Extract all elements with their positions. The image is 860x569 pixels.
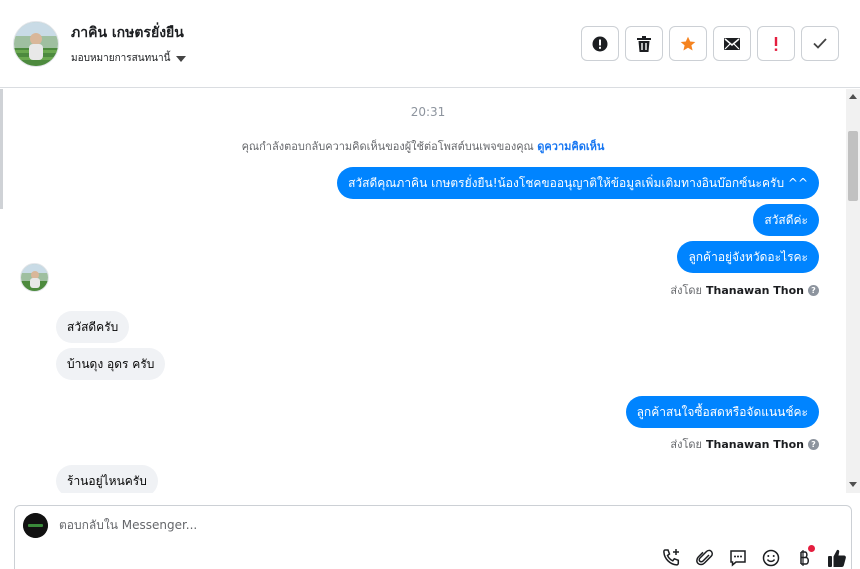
message-bubble-outgoing[interactable]: สวัสดีคุณภาคิน เกษตรยั่งยืน!น้องโชคขออนุ… bbox=[337, 167, 819, 199]
emoji-icon bbox=[762, 549, 779, 566]
attachment-button[interactable] bbox=[694, 547, 715, 568]
sent-by-prefix: ส่งโดย bbox=[670, 284, 703, 297]
like-button[interactable] bbox=[826, 547, 847, 568]
message-bubble-incoming[interactable]: สวัสดีครับ bbox=[56, 311, 130, 343]
composer-tools bbox=[661, 545, 847, 568]
assign-conversation-dropdown[interactable]: มอบหมายการสนทนานี้ bbox=[71, 51, 187, 66]
help-icon[interactable]: ? bbox=[808, 284, 819, 296]
delete-button[interactable] bbox=[625, 26, 663, 61]
flag-important-button[interactable] bbox=[757, 26, 795, 61]
saved-reply-icon bbox=[729, 549, 746, 567]
scrollbar-thumb[interactable] bbox=[848, 131, 858, 201]
message-bubble-incoming[interactable]: บ้านดุง อุดร ครับ bbox=[56, 348, 166, 380]
exclamation-icon bbox=[774, 36, 778, 51]
alert-circle-icon bbox=[592, 36, 608, 51]
scroll-down-arrow-icon[interactable] bbox=[849, 482, 857, 487]
reply-input[interactable] bbox=[59, 518, 659, 532]
scroll-up-arrow-icon[interactable] bbox=[849, 94, 857, 99]
assign-label: มอบหมายการสนทนานี้ bbox=[71, 53, 171, 64]
checkmark-icon bbox=[813, 38, 827, 49]
message-bubble-outgoing[interactable]: สวัสดีค่ะ bbox=[753, 204, 819, 236]
mark-spam-button[interactable] bbox=[581, 26, 619, 61]
add-call-icon bbox=[663, 549, 680, 566]
add-call-button[interactable] bbox=[661, 547, 682, 568]
sender-name[interactable]: Thanawan Thon bbox=[706, 438, 804, 451]
message-bubble-outgoing[interactable]: ลูกค้าอยู่จังหวัดอะไรคะ bbox=[677, 241, 819, 273]
sent-by-label: ส่งโดย Thanawan Thon ? bbox=[670, 281, 819, 299]
contact-avatar[interactable] bbox=[13, 21, 59, 67]
caret-down-icon bbox=[176, 55, 187, 62]
notice-text: คุณกำลังตอบกลับความคิดเห็นของผู้ใช้ต่อโพ… bbox=[241, 140, 534, 153]
message-thread[interactable]: 20:31 คุณกำลังตอบกลับความคิดเห็นของผู้ใช… bbox=[0, 89, 846, 493]
comment-reply-notice: คุณกำลังตอบกลับความคิดเห็นของผู้ใช้ต่อโพ… bbox=[0, 137, 846, 155]
message-bubble-incoming[interactable]: ร้านอยู่ไหนครับ bbox=[56, 465, 158, 493]
attachment-icon bbox=[695, 549, 713, 565]
inbox-conversation: ภาคิน เกษตรยั่งยืน มอบหมายการสนทนานี้ 20… bbox=[0, 0, 860, 569]
conversation-header: ภาคิน เกษตรยั่งยืน มอบหมายการสนทนานี้ bbox=[0, 0, 860, 88]
notification-dot bbox=[808, 545, 815, 552]
star-button[interactable] bbox=[669, 26, 707, 61]
like-icon bbox=[827, 549, 846, 567]
view-comment-link[interactable]: ดูความคิดเห็น bbox=[537, 140, 604, 153]
reply-composer bbox=[14, 505, 852, 569]
emoji-button[interactable] bbox=[760, 547, 781, 568]
sender-name[interactable]: Thanawan Thon bbox=[706, 284, 804, 297]
contact-avatar-small[interactable] bbox=[20, 263, 49, 292]
contact-name[interactable]: ภาคิน เกษตรยั่งยืน bbox=[71, 22, 184, 44]
mark-done-button[interactable] bbox=[801, 26, 839, 61]
thread-timestamp: 20:31 bbox=[410, 105, 446, 119]
payment-button[interactable] bbox=[793, 545, 815, 568]
envelope-icon bbox=[724, 37, 740, 50]
sent-by-label: ส่งโดย Thanawan Thon ? bbox=[670, 435, 819, 453]
saved-reply-button[interactable] bbox=[727, 547, 748, 568]
mark-unread-button[interactable] bbox=[713, 26, 751, 61]
page-avatar bbox=[23, 513, 48, 538]
trash-icon bbox=[637, 35, 651, 52]
message-bubble-outgoing[interactable]: ลูกค้าสนใจซื้อสดหรือจัดแนนช์คะ bbox=[625, 396, 819, 428]
thread-scrollbar[interactable] bbox=[846, 89, 860, 493]
sent-by-prefix: ส่งโดย bbox=[670, 438, 703, 451]
help-icon[interactable]: ? bbox=[808, 438, 819, 450]
star-icon bbox=[680, 36, 696, 50]
conversation-actions bbox=[581, 26, 839, 61]
